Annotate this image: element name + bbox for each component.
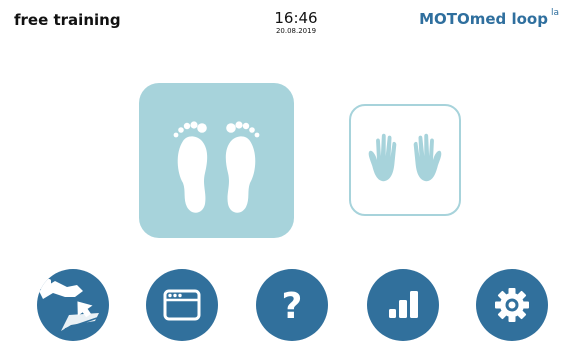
clock-time: 16:46	[274, 9, 318, 27]
question-mark-icon: ?	[282, 286, 303, 327]
feet-icon	[173, 121, 260, 213]
window-icon	[163, 289, 201, 321]
leg-in-footrest-icon	[39, 279, 99, 333]
programs-button[interactable]	[146, 269, 218, 341]
hands-icon	[368, 133, 442, 182]
brand-suffix: la	[550, 8, 559, 18]
training-mode-label: free training	[14, 11, 121, 29]
arm-training-button[interactable]	[349, 104, 461, 216]
bar-chart-icon	[389, 291, 418, 318]
statistics-button[interactable]	[367, 269, 439, 341]
brand-logo: MOTOmed loop la	[419, 8, 559, 28]
brand-name: MOTOmed loop	[419, 10, 548, 28]
settings-button[interactable]	[476, 269, 548, 341]
gear-icon	[495, 288, 529, 322]
help-button[interactable]: ?	[256, 269, 328, 341]
clock-date: 20.08.2019	[275, 27, 317, 35]
patient-transfer-button[interactable]	[37, 269, 109, 341]
status-bar: free training 16:46 20.08.2019 MOTOmed l…	[0, 0, 577, 44]
leg-training-button[interactable]	[139, 83, 294, 238]
clock: 16:46 20.08.2019	[256, 9, 336, 36]
svg-text:?: ?	[282, 286, 303, 327]
